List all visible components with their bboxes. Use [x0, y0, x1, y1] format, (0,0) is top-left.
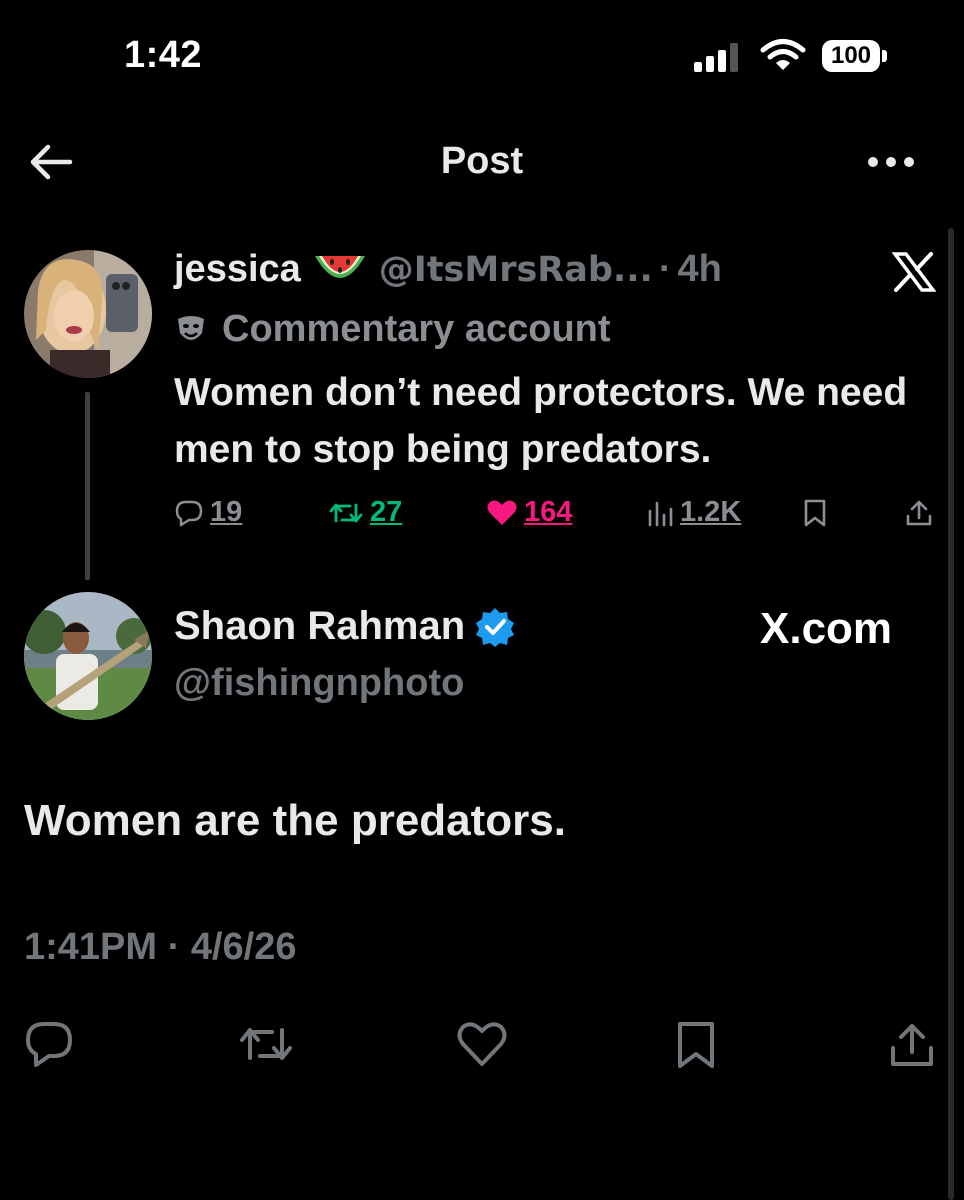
- post-timestamp: 1:41PM · 4/6/26: [24, 926, 297, 968]
- source-watermark: X.com: [760, 604, 893, 653]
- reply-button[interactable]: [24, 1020, 74, 1068]
- battery-indicator: 100: [822, 40, 880, 72]
- signal-icon: [694, 42, 740, 72]
- reply-count: 19: [210, 496, 243, 528]
- repost-count-button[interactable]: 27: [328, 496, 402, 529]
- reply-icon: [26, 1022, 72, 1067]
- quoted-post-text: Women don’t need protectors. We need men…: [174, 371, 908, 471]
- share-icon: [891, 1024, 933, 1066]
- author-name[interactable]: Shaon Rahman: [174, 604, 515, 649]
- like-count-button[interactable]: 164: [486, 496, 572, 529]
- verified-badge-icon: [475, 607, 515, 647]
- scrollbar[interactable]: [948, 228, 954, 1200]
- share-button[interactable]: [888, 1020, 936, 1070]
- avatar[interactable]: [24, 250, 152, 378]
- wifi-icon: [760, 38, 806, 72]
- quoted-post-header: jessica @ItsMrsRab... · 4h: [174, 248, 722, 291]
- status-time: 1:42: [124, 34, 203, 76]
- reply-icon: [174, 499, 204, 527]
- post-text: Women are the predators.: [24, 796, 566, 845]
- avatar[interactable]: [24, 592, 152, 720]
- bookmark-button[interactable]: [674, 1020, 718, 1070]
- quoted-post-age: 4h: [677, 248, 722, 290]
- x-logo-icon: [892, 252, 936, 292]
- reply-count-button[interactable]: 19: [174, 496, 242, 529]
- commentary-label-text: Commentary account: [222, 308, 611, 350]
- bookmark-icon: [678, 1022, 714, 1068]
- like-button[interactable]: [456, 1020, 508, 1068]
- repost-count: 27: [370, 496, 403, 528]
- share-small-icon[interactable]: [904, 498, 934, 528]
- thread-connector: [85, 392, 90, 580]
- views-count-button[interactable]: 1.2K: [646, 496, 741, 529]
- quoted-author-handle[interactable]: @ItsMrsRab...: [379, 250, 653, 290]
- separator-dot: ·: [658, 248, 672, 290]
- analytics-icon: [646, 499, 674, 527]
- repost-icon: [240, 1028, 292, 1060]
- theater-mask-icon: [174, 313, 208, 347]
- page-title: Post: [440, 140, 524, 182]
- author-handle[interactable]: @fishingnphoto: [174, 662, 464, 705]
- commentary-label: Commentary account: [174, 308, 611, 351]
- heart-icon: [457, 1022, 507, 1066]
- quoted-author-name[interactable]: jessica: [174, 248, 301, 291]
- views-count: 1.2K: [680, 496, 742, 528]
- watermelon-icon: [313, 250, 367, 290]
- like-count: 164: [524, 496, 573, 528]
- author-name-text: Shaon Rahman: [174, 604, 466, 648]
- heart-filled-icon: [486, 499, 518, 527]
- more-options-icon[interactable]: [866, 150, 916, 174]
- battery-nub: [882, 50, 887, 62]
- bookmark-small-icon[interactable]: [802, 498, 828, 528]
- repost-button[interactable]: [238, 1020, 294, 1068]
- repost-icon: [328, 499, 364, 527]
